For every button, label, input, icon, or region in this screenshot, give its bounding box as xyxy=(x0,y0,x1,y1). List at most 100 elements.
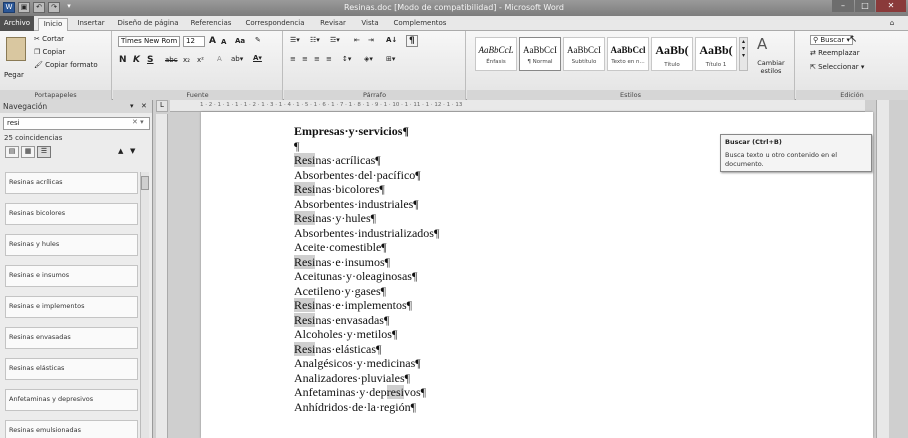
clear-format-icon[interactable]: ✎ xyxy=(255,36,261,44)
sort-button[interactable]: A↓ xyxy=(386,36,397,44)
find-button[interactable]: ⚲ Buscar ▾ xyxy=(810,35,854,45)
restore-button[interactable]: □ xyxy=(855,0,875,12)
tab-correspondencia[interactable]: Correspondencia xyxy=(240,18,310,31)
align-left-icon[interactable]: ≡ xyxy=(290,55,296,63)
nav-result-item[interactable]: Resinas bicolores xyxy=(5,203,138,225)
paragraph-text: Anfetaminas·y·dep xyxy=(294,385,387,399)
previous-result-icon[interactable]: ▲ xyxy=(118,147,123,155)
document-text[interactable]: Empresas·y·servicios¶ ¶ Resinas·acrílica… xyxy=(294,124,439,414)
grow-font-button[interactable]: A xyxy=(209,36,216,46)
nav-result-item[interactable]: Resinas y hules xyxy=(5,234,138,256)
tab-diseno-pagina[interactable]: Diseño de página xyxy=(114,18,182,31)
shrink-font-button[interactable]: A xyxy=(221,38,226,46)
tab-complementos[interactable]: Complementos xyxy=(388,18,452,31)
nav-scroll-thumb[interactable] xyxy=(141,176,149,190)
paragraph-text: vos¶ xyxy=(403,385,427,399)
underline-button[interactable]: S xyxy=(147,55,153,65)
font-color-icon[interactable]: A▾ xyxy=(253,54,262,62)
align-center-icon[interactable]: ≡ xyxy=(302,55,308,63)
justify-icon[interactable]: ≡ xyxy=(326,55,332,63)
nav-scrollbar[interactable] xyxy=(140,172,149,438)
navigation-pane: Navegación ▾ ✕ resi ✕ ▾ 25 coincidencias… xyxy=(0,100,153,438)
nav-result-item[interactable]: Resinas acrílicas xyxy=(5,172,138,194)
style-titulo-1[interactable]: AaBb(Título 1 xyxy=(695,37,737,71)
font-size-select[interactable]: 12 xyxy=(183,36,205,47)
next-result-icon[interactable]: ▼ xyxy=(130,147,135,155)
tab-insertar[interactable]: Insertar xyxy=(72,18,110,31)
vertical-ruler[interactable] xyxy=(156,114,168,438)
horizontal-ruler[interactable]: 1 · 2 · 1 · 1 · 1 · 1 · 2 · 1 · 3 · 1 · … xyxy=(170,100,865,112)
font-family-select[interactable]: Times New Rom xyxy=(118,36,180,47)
cut-button[interactable]: ✂ Cortar xyxy=(34,35,64,43)
strike-button[interactable]: abc xyxy=(165,56,178,64)
nav-result-item[interactable]: Resinas elásticas xyxy=(5,358,138,380)
minimize-button[interactable]: – xyxy=(832,0,854,12)
browse-headings-tab[interactable]: ▤ xyxy=(5,146,19,158)
paste-icon[interactable] xyxy=(6,37,26,61)
tab-referencias[interactable]: Referencias xyxy=(186,18,236,31)
nav-pane-menu-icon[interactable]: ▾ xyxy=(130,102,134,110)
search-clear-icon[interactable]: ✕ ▾ xyxy=(132,118,144,126)
match-count: 25 coincidencias xyxy=(4,134,63,142)
tab-inicio[interactable]: Inicio xyxy=(38,18,68,31)
bullets-icon[interactable]: ☰▾ xyxy=(290,36,300,44)
text-effects-icon[interactable]: A xyxy=(217,55,222,63)
style-texto-en-negrita[interactable]: AaBbCcl Texto en n... xyxy=(607,37,649,71)
highlight-icon[interactable]: ab▾ xyxy=(231,55,243,63)
paragraph-group: ☰▾ ☷▾ ☲▾ ⇤ ⇥ A↓ ¶ ≡ ≡ ≡ ≡ ↕▾ ◈▾ ⊞▾ Párra… xyxy=(284,31,466,100)
nav-result-item[interactable]: Resinas e implementos xyxy=(5,296,138,318)
change-styles-button[interactable]: Cambiar estilos xyxy=(753,59,789,75)
vertical-scrollbar[interactable] xyxy=(876,100,889,438)
change-case-button[interactable]: Aa xyxy=(235,37,245,45)
nav-result-item[interactable]: Anfetaminas y depresivos xyxy=(5,389,138,411)
doc-paragraph: Anhídridos·de·la·región¶ xyxy=(294,400,439,415)
window-title: Resinas.doc [Modo de compatibilidad] - M… xyxy=(344,3,564,12)
nav-result-item[interactable]: Resinas e insumos xyxy=(5,265,138,287)
ruler-marks: 1 · 2 · 1 · 1 · 1 · 1 · 2 · 1 · 3 · 1 · … xyxy=(200,102,463,108)
nav-pane-close-icon[interactable]: ✕ xyxy=(141,102,147,110)
copy-label: Copiar xyxy=(42,48,66,56)
shading-icon[interactable]: ◈▾ xyxy=(364,55,373,63)
tooltip-title: Buscar (Ctrl+B) xyxy=(725,138,782,146)
increase-indent-icon[interactable]: ⇥ xyxy=(368,36,374,44)
align-right-icon[interactable]: ≡ xyxy=(314,55,320,63)
numbering-icon[interactable]: ☷▾ xyxy=(310,36,320,44)
nav-result-item[interactable]: Resinas emulsionadas xyxy=(5,420,138,438)
browse-results-tab[interactable]: ☰ xyxy=(37,146,51,158)
format-painter-button[interactable]: 🖌 Copiar formato xyxy=(34,61,98,69)
line-spacing-icon[interactable]: ↕▾ xyxy=(342,55,351,63)
copy-button[interactable]: ❐ Copiar xyxy=(34,48,65,56)
tab-revisar[interactable]: Revisar xyxy=(314,18,352,31)
decrease-indent-icon[interactable]: ⇤ xyxy=(354,36,360,44)
style-subtitulo[interactable]: AaBbCcI Subtítulo xyxy=(563,37,605,71)
nav-search-input[interactable]: resi xyxy=(3,117,150,130)
doc-paragraph: Acetileno·y·gases¶ xyxy=(294,284,439,299)
show-marks-button[interactable]: ¶ xyxy=(406,35,418,47)
help-icon[interactable]: ⌂ xyxy=(886,18,898,31)
tab-vista[interactable]: Vista xyxy=(356,18,384,31)
styles-group: AaBbCcL Énfasis AaBbCcI ¶ Normal AaBbCcI Su… xyxy=(467,31,795,100)
style-enfasis[interactable]: AaBbCcL Énfasis xyxy=(475,37,517,71)
superscript-button[interactable]: x² xyxy=(197,56,204,64)
paste-button[interactable]: Pegar xyxy=(4,71,24,79)
style-titulo[interactable]: AaBb(Título xyxy=(651,37,693,71)
browse-pages-tab[interactable]: ▦ xyxy=(21,146,35,158)
paragraph-text: Anhídridos·de·la·región¶ xyxy=(294,399,417,414)
replace-button[interactable]: ⇄ Reemplazar xyxy=(810,49,860,57)
borders-icon[interactable]: ⊞▾ xyxy=(386,55,395,63)
style-name: Texto en n... xyxy=(611,59,645,65)
mouse-cursor-icon: ↖ xyxy=(849,34,858,45)
paragraph-text: nas·envasadas¶ xyxy=(315,312,390,327)
select-button[interactable]: ⇱ Seleccionar ▾ xyxy=(810,63,864,71)
tab-archivo[interactable]: Archivo xyxy=(0,16,34,31)
italic-button[interactable]: K xyxy=(133,55,140,65)
styles-gallery-scroll[interactable]: ▴ ▾ ▾ xyxy=(739,37,748,71)
tab-selector[interactable]: L xyxy=(156,100,168,112)
bold-button[interactable]: N xyxy=(119,55,127,65)
style-normal[interactable]: AaBbCcI ¶ Normal xyxy=(519,37,561,71)
close-button[interactable]: ✕ xyxy=(876,0,906,12)
subscript-button[interactable]: x₂ xyxy=(183,56,190,64)
multilevel-list-icon[interactable]: ☲▾ xyxy=(330,36,340,44)
search-highlight: Resi xyxy=(294,153,316,167)
nav-result-item[interactable]: Resinas envasadas xyxy=(5,327,138,349)
